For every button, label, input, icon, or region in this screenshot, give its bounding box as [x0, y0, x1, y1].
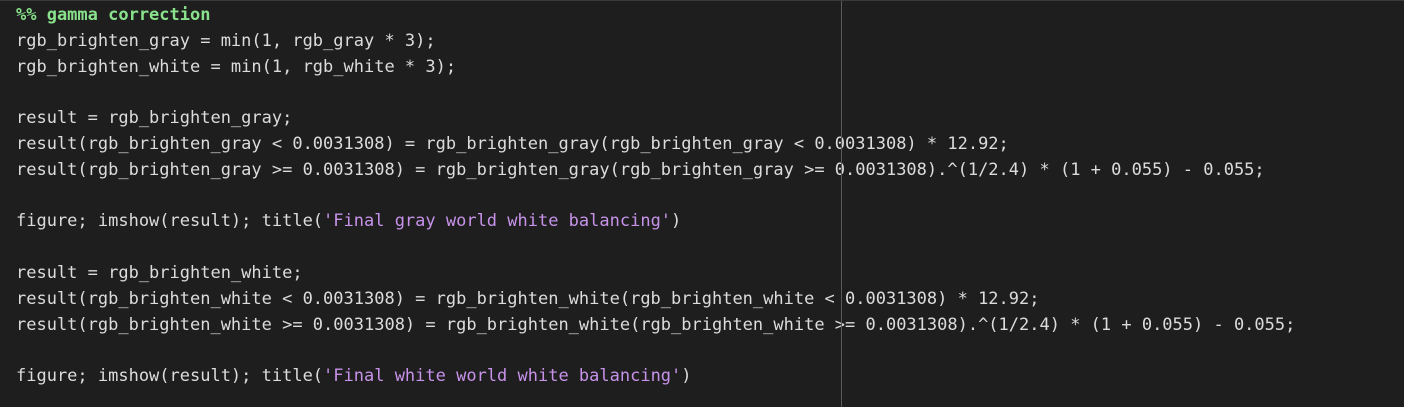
code-editor[interactable]: %% gamma correction rgb_brighten_gray = m… — [0, 0, 1404, 407]
code-line[interactable]: result(rgb_brighten_gray >= 0.0031308) =… — [16, 158, 1295, 184]
code-text: result(rgb_brighten_gray >= 0.0031308) =… — [16, 159, 1265, 180]
code-text: rgb_brighten_gray = min(1, rgb_gray * 3)… — [16, 30, 436, 51]
code-comment: %% gamma correction — [16, 5, 211, 25]
code-line[interactable] — [16, 338, 1295, 364]
code-line[interactable]: %% gamma correction — [16, 3, 1295, 29]
code-text: figure; imshow(result); title( — [16, 211, 324, 232]
code-text: result = rgb_brighten_white; — [16, 262, 303, 283]
code-line[interactable]: rgb_brighten_gray = min(1, rgb_gray * 3)… — [16, 29, 1295, 55]
column-ruler — [841, 1, 842, 407]
code-line[interactable]: result(rgb_brighten_white < 0.0031308) =… — [16, 287, 1295, 313]
code-text: rgb_brighten_white = min(1, rgb_white * … — [16, 56, 457, 77]
code-line[interactable]: result(rgb_brighten_gray < 0.0031308) = … — [16, 132, 1295, 158]
code-text: result(rgb_brighten_white >= 0.0031308) … — [16, 314, 1296, 335]
code-line[interactable] — [16, 235, 1295, 261]
code-text: result = rgb_brighten_gray; — [16, 108, 293, 129]
code-text: figure; imshow(result); title( — [16, 366, 324, 387]
code-line[interactable]: result = rgb_brighten_gray; — [16, 106, 1295, 132]
code-text: result(rgb_brighten_white < 0.0031308) =… — [16, 288, 1040, 309]
code-string: 'Final gray world white balancing' — [323, 211, 672, 232]
code-string: 'Final white world white balancing' — [323, 366, 682, 387]
code-line[interactable]: figure; imshow(result); title('Final whi… — [16, 364, 1295, 390]
code-text: result(rgb_brighten_gray < 0.0031308) = … — [16, 133, 1009, 154]
code-line[interactable] — [16, 184, 1295, 210]
code-text: ) — [681, 366, 692, 387]
code-line[interactable]: result = rgb_brighten_white; — [16, 261, 1295, 287]
code-text: ) — [671, 211, 682, 232]
code-line[interactable]: figure; imshow(result); title('Final gra… — [16, 209, 1295, 235]
code-line[interactable] — [16, 80, 1295, 106]
code-block[interactable]: %% gamma correction rgb_brighten_gray = m… — [16, 3, 1295, 390]
code-line[interactable]: rgb_brighten_white = min(1, rgb_white * … — [16, 55, 1295, 81]
code-line[interactable]: result(rgb_brighten_white >= 0.0031308) … — [16, 313, 1295, 339]
